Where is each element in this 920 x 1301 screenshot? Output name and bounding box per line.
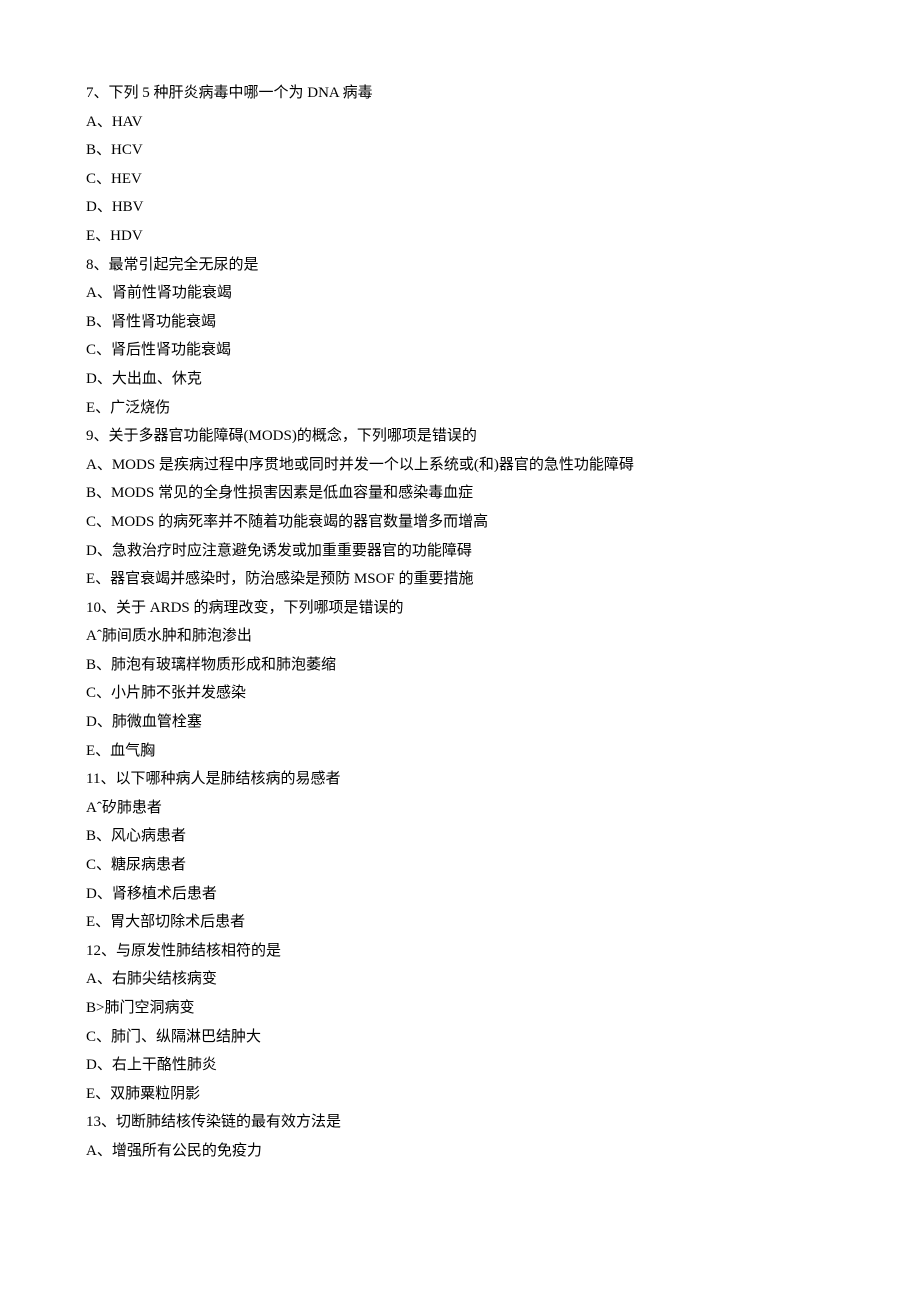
question-option: C、MODS 的病死率并不随着功能衰竭的器官数量增多而增高 xyxy=(86,515,920,530)
question-option: D、肾移植术后患者 xyxy=(86,887,920,902)
question-stem: 10、关于 ARDS 的病理改变，下列哪项是错误的 xyxy=(86,601,920,616)
question-stem: 8、最常引起完全无尿的是 xyxy=(86,258,920,273)
question-option: A、肾前性肾功能衰竭 xyxy=(86,286,920,301)
question-option: E、双肺粟粒阴影 xyxy=(86,1087,920,1102)
question-stem: 9、关于多器官功能障碍(MODS)的概念，下列哪项是错误的 xyxy=(86,429,920,444)
question-option: E、血气胸 xyxy=(86,744,920,759)
question-option: C、小片肺不张并发感染 xyxy=(86,686,920,701)
question-option: B、HCV xyxy=(86,143,920,158)
question-stem: 11、以下哪种病人是肺结核病的易感者 xyxy=(86,772,920,787)
question-option: D、大出血、休克 xyxy=(86,372,920,387)
question-option: Aˆ矽肺患者 xyxy=(86,801,920,816)
question-option: B>肺门空洞病变 xyxy=(86,1001,920,1016)
question-option: A、右肺尖结核病变 xyxy=(86,972,920,987)
question-option: D、肺微血管栓塞 xyxy=(86,715,920,730)
question-option: B、肾性肾功能衰竭 xyxy=(86,315,920,330)
question-option: B、风心病患者 xyxy=(86,829,920,844)
question-option: E、HDV xyxy=(86,229,920,244)
question-option: A、增强所有公民的免疫力 xyxy=(86,1144,920,1159)
question-option: A、HAV xyxy=(86,115,920,130)
question-option: D、右上干酪性肺炎 xyxy=(86,1058,920,1073)
question-option: C、肺门、纵隔淋巴结肿大 xyxy=(86,1030,920,1045)
question-stem: 12、与原发性肺结核相符的是 xyxy=(86,944,920,959)
question-option: E、胃大部切除术后患者 xyxy=(86,915,920,930)
question-option: E、广泛烧伤 xyxy=(86,401,920,416)
question-option: Aˆ肺间质水肿和肺泡渗出 xyxy=(86,629,920,644)
question-option: D、HBV xyxy=(86,200,920,215)
question-option: A、MODS 是疾病过程中序贯地或同时并发一个以上系统或(和)器官的急性功能障碍 xyxy=(86,458,920,473)
question-stem: 7、下列 5 种肝炎病毒中哪一个为 DNA 病毒 xyxy=(86,86,920,101)
question-option: D、急救治疗时应注意避免诱发或加重重要器官的功能障碍 xyxy=(86,544,920,559)
question-option: B、肺泡有玻璃样物质形成和肺泡萎缩 xyxy=(86,658,920,673)
question-option: B、MODS 常见的全身性损害因素是低血容量和感染毒血症 xyxy=(86,486,920,501)
question-option: C、糖尿病患者 xyxy=(86,858,920,873)
question-option: E、器官衰竭并感染时，防治感染是预防 MSOF 的重要措施 xyxy=(86,572,920,587)
question-option: C、HEV xyxy=(86,172,920,187)
question-stem: 13、切断肺结核传染链的最有效方法是 xyxy=(86,1115,920,1130)
question-option: C、肾后性肾功能衰竭 xyxy=(86,343,920,358)
